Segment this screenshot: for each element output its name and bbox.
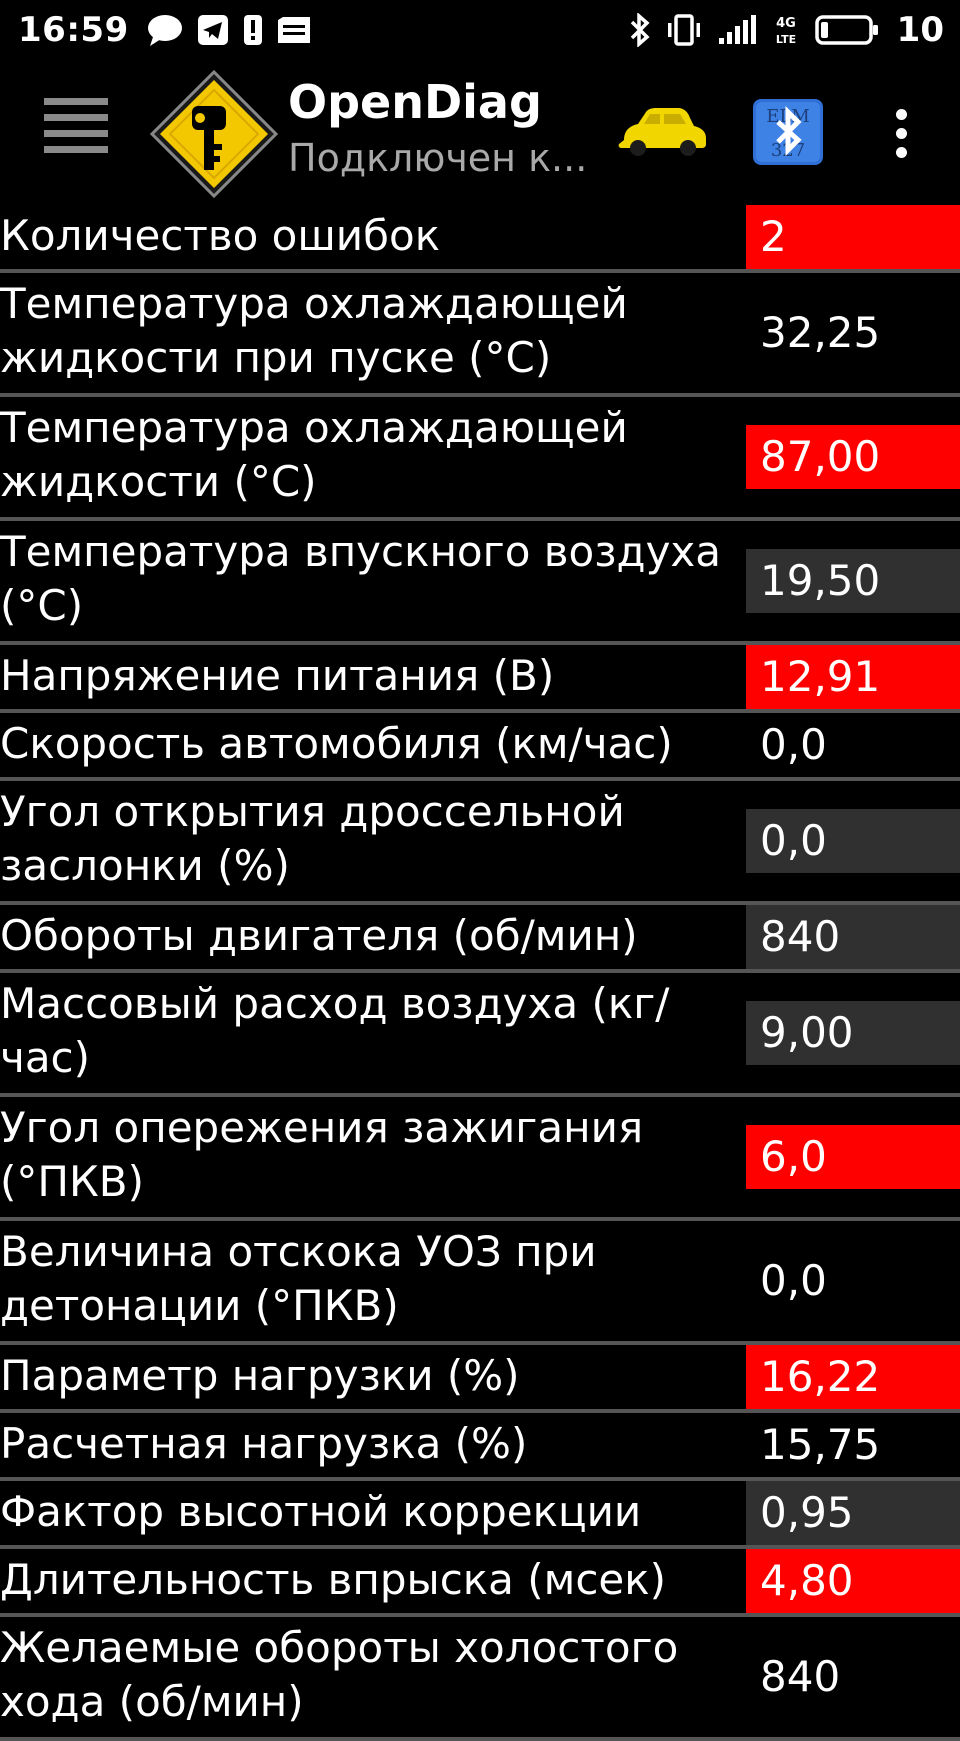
- parameter-row[interactable]: Параметр нагрузки (%) 16,22: [0, 1345, 960, 1413]
- chat-bubble-icon: [147, 13, 183, 47]
- svg-text:4G: 4G: [776, 16, 796, 31]
- hamburger-menu-icon[interactable]: [44, 98, 108, 168]
- parameter-table: Количество ошибок 2 Температура охлаждающе…: [0, 205, 960, 1741]
- parameter-value: 12,91: [746, 645, 960, 709]
- car-icon[interactable]: [616, 104, 708, 158]
- app-title: OpenDiag: [288, 75, 542, 129]
- parameter-label: Температура впускного воздуха (°C): [0, 527, 722, 630]
- parameter-row[interactable]: Температура охлаждающей жидкости (°C) 87,…: [0, 397, 960, 521]
- parameter-label: Температура охлаждающей жидкости (°C): [0, 403, 628, 506]
- parameter-label: Расчетная нагрузка (%): [0, 1419, 528, 1468]
- parameter-label: Угол опережения зажигания (°ПКВ): [0, 1103, 644, 1206]
- parameter-value: 0,0: [760, 1256, 827, 1305]
- status-bar-left: 16:59: [18, 10, 325, 50]
- battery-level-text: 10: [896, 10, 944, 50]
- parameter-row[interactable]: Длительность впрыска (мсек) 4,80: [0, 1549, 960, 1617]
- parameter-row[interactable]: Обороты двигателя (об/мин) 840: [0, 905, 960, 973]
- parameter-row[interactable]: Температура впускного воздуха (°C) 19,50: [0, 521, 960, 645]
- parameter-row[interactable]: Температура охлаждающей жидкости при пус…: [0, 273, 960, 397]
- bluetooth-elm327-icon[interactable]: ELM 327: [752, 98, 824, 166]
- parameter-row[interactable]: Фактор высотной коррекции 0,95: [0, 1481, 960, 1549]
- parameter-value: 87,00: [746, 425, 960, 489]
- parameter-row[interactable]: Желаемые обороты холостого хода (об/мин)…: [0, 1617, 960, 1741]
- parameter-label: Массовый расход воздуха (кг/час): [0, 979, 670, 1082]
- parameter-label: Фактор высотной коррекции: [0, 1487, 642, 1536]
- connection-status-subtitle: Подключен к...: [288, 136, 588, 180]
- signal-icon: [717, 14, 757, 46]
- parameter-label: Обороты двигателя (об/мин): [0, 911, 638, 960]
- battery-icon: [814, 14, 879, 46]
- parameter-label: Количество ошибок: [0, 211, 441, 260]
- parameter-label: Желаемые обороты холостого хода (об/мин): [0, 1623, 679, 1726]
- parameter-label: Длительность впрыска (мсек): [0, 1555, 667, 1604]
- parameter-label: Параметр нагрузки (%): [0, 1351, 520, 1400]
- parameter-value: 0,0: [746, 809, 960, 873]
- parameter-value: 9,00: [746, 1001, 960, 1065]
- parameter-value: 32,25: [760, 308, 881, 357]
- parameter-label: Угол открытия дроссельной заслонки (%): [0, 787, 625, 890]
- app-bar: OpenDiag Подключен к... ELM 327: [0, 60, 960, 205]
- status-bar-right: 4G LTE 10: [625, 10, 944, 50]
- parameter-value: 840: [746, 905, 960, 969]
- parameter-row[interactable]: Угол опережения зажигания (°ПКВ) 6,0: [0, 1097, 960, 1221]
- parameter-label: Скорость автомобиля (км/час): [0, 719, 673, 768]
- status-bar: 16:59 4G LTE 10: [0, 0, 960, 60]
- app-titles: OpenDiag Подключен к...: [288, 74, 587, 186]
- parameter-row[interactable]: Величина отскока УОЗ при детонации (°ПКВ…: [0, 1221, 960, 1345]
- vibrate-icon: [667, 14, 701, 46]
- parameter-row[interactable]: Напряжение питания (В) 12,91: [0, 645, 960, 713]
- status-time: 16:59: [18, 10, 129, 50]
- parameter-row[interactable]: Скорость автомобиля (км/час) 0,0: [0, 713, 960, 781]
- parameter-row[interactable]: Массовый расход воздуха (кг/час) 9,00: [0, 973, 960, 1097]
- parameter-value: 2: [746, 205, 960, 269]
- parameter-value: 0,0: [760, 720, 827, 769]
- parameter-row[interactable]: Угол открытия дроссельной заслонки (%) 0,…: [0, 781, 960, 905]
- alert-icon: [243, 14, 263, 46]
- app-logo-icon: [148, 68, 280, 200]
- sim-card-icon: [277, 16, 311, 44]
- parameter-row[interactable]: Количество ошибок 2: [0, 205, 960, 273]
- parameter-value: 16,22: [746, 1345, 960, 1409]
- parameter-value: 15,75: [760, 1420, 881, 1469]
- parameter-label: Напряжение питания (В): [0, 651, 555, 700]
- parameter-value: 4,80: [746, 1549, 960, 1613]
- parameter-row[interactable]: Расчетная нагрузка (%) 15,75: [0, 1413, 960, 1481]
- parameter-label: Температура охлаждающей жидкости при пус…: [0, 279, 628, 382]
- more-vert-icon[interactable]: [886, 100, 916, 166]
- lte-icon: 4G LTE: [773, 13, 799, 47]
- parameter-value: 19,50: [746, 549, 960, 613]
- parameter-value: 0,95: [746, 1481, 960, 1545]
- parameter-label: Величина отскока УОЗ при детонации (°ПКВ…: [0, 1227, 597, 1330]
- parameter-value: 840: [760, 1652, 841, 1701]
- bluetooth-icon: [629, 13, 651, 47]
- telegram-icon: [197, 14, 229, 46]
- svg-text:LTE: LTE: [776, 33, 796, 46]
- parameter-value: 6,0: [746, 1125, 960, 1189]
